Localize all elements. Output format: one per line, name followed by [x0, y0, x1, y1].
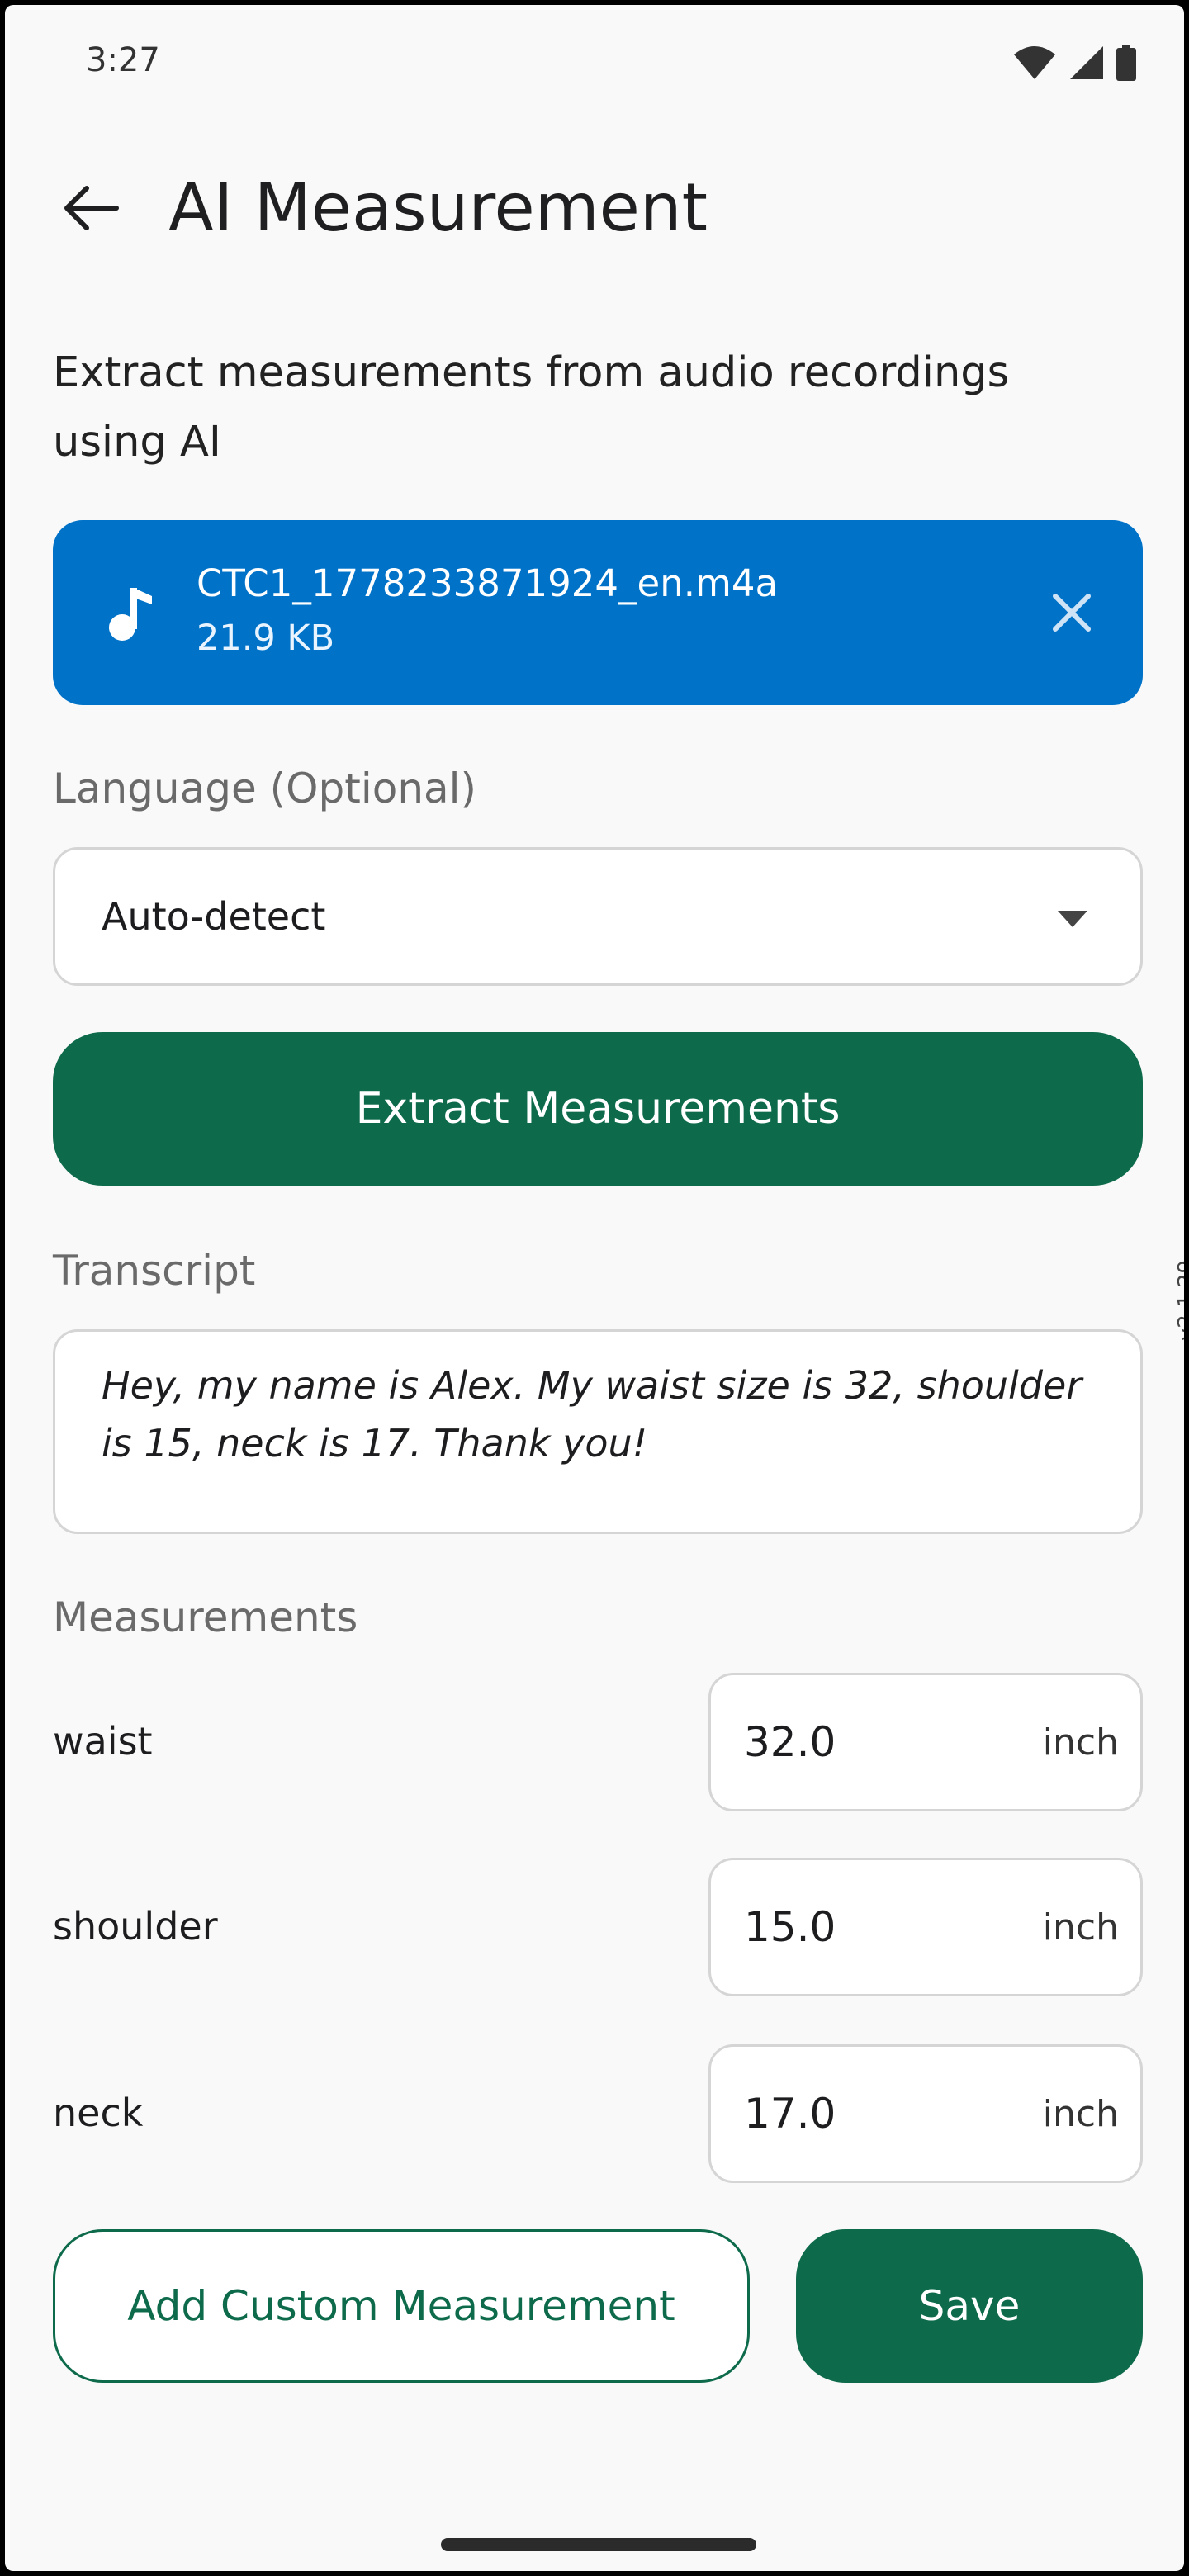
transcript-text: Hey, my name is Alex. My waist size is 3… [102, 1363, 1082, 1466]
version-label: v2.1.29 [1174, 1260, 1184, 1342]
app-screen: 3:27 AI Measurement Extract measurements… [5, 5, 1184, 2571]
wifi-icon [1014, 46, 1055, 79]
remove-file-button[interactable] [1034, 575, 1110, 651]
language-label: Language (Optional) [53, 765, 477, 812]
language-selected-value: Auto-detect [102, 894, 326, 939]
measurement-name-shoulder: shoulder [53, 1904, 218, 1949]
file-name: CTC1_1778233871924_en.m4a [197, 561, 779, 605]
extract-measurements-button[interactable]: Extract Measurements [53, 1032, 1143, 1186]
signal-icon [1070, 46, 1103, 79]
measurements-label: Measurements [53, 1593, 358, 1641]
measurement-value-field-waist[interactable]: 32.0 inch [708, 1673, 1143, 1811]
music-note-icon [109, 588, 152, 641]
status-time: 3:27 [86, 41, 160, 79]
language-dropdown[interactable]: Auto-detect [53, 847, 1143, 986]
selected-audio-file-card[interactable]: CTC1_1778233871924_en.m4a 21.9 KB [53, 520, 1143, 705]
measurement-value-field-shoulder[interactable]: 15.0 inch [708, 1858, 1143, 1996]
dropdown-arrow-icon [1058, 911, 1087, 927]
measurement-value: 17.0 [744, 2090, 836, 2138]
measurement-value-field-neck[interactable]: 17.0 inch [708, 2044, 1143, 2183]
measurement-value: 15.0 [744, 1903, 836, 1951]
arrow-left-icon [64, 186, 119, 230]
transcript-label: Transcript [53, 1247, 256, 1295]
status-icons [1012, 45, 1136, 81]
gesture-home-bar[interactable] [441, 2538, 756, 2551]
transcript-box: Hey, my name is Alex. My waist size is 3… [53, 1329, 1143, 1534]
page-description: Extract measurements from audio recordin… [53, 348, 1010, 466]
file-size: 21.9 KB [197, 618, 335, 659]
measurement-name-neck: neck [53, 2091, 144, 2135]
save-button[interactable]: Save [796, 2229, 1143, 2383]
close-icon [1053, 594, 1091, 632]
measurement-value: 32.0 [744, 1718, 836, 1766]
measurement-unit: inch [1042, 1721, 1119, 1764]
battery-icon [1116, 45, 1136, 81]
page-title: AI Measurement [168, 169, 708, 246]
measurement-unit: inch [1042, 2093, 1119, 2135]
back-button[interactable] [53, 170, 129, 246]
measurement-unit: inch [1042, 1906, 1119, 1949]
measurement-name-waist: waist [53, 1719, 153, 1764]
add-custom-measurement-button[interactable]: Add Custom Measurement [53, 2229, 750, 2383]
